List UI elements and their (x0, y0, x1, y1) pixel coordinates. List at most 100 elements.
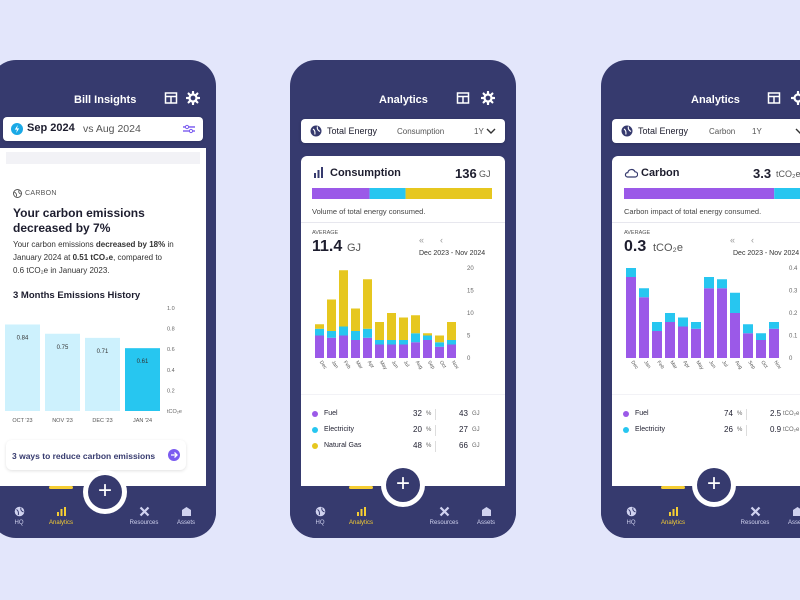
tab-resources[interactable]: Resources (735, 506, 775, 526)
chevron-left-icon[interactable]: ‹ (751, 235, 754, 245)
tab-assets[interactable]: Assets (777, 506, 800, 526)
tab-hq[interactable]: HQ (0, 506, 39, 526)
bar-segment (411, 342, 420, 358)
bar-segment (423, 335, 432, 340)
y-tick-label: 0.6 (167, 347, 175, 353)
bar-segment (399, 317, 408, 340)
share-segment (312, 188, 370, 199)
add-button[interactable]: + (697, 468, 731, 502)
legend-unit: GJ (472, 427, 480, 433)
settings-icon[interactable] (481, 91, 495, 105)
y-tick-label: 0 (789, 356, 793, 362)
x-tick-label: Nov (450, 360, 460, 371)
layout-icon[interactable] (456, 91, 470, 105)
selector-metric: Carbon (709, 127, 736, 136)
y-tick-label: 20 (467, 266, 474, 272)
analytics-consumption-screen: Analytics Total Energy Consumption 1Y Co… (290, 60, 516, 538)
period-selector[interactable]: Sep 2024 vs Aug 2024 (3, 117, 203, 141)
bar-segment (691, 322, 701, 329)
legend-percent-unit: % (737, 427, 743, 433)
arrow-right-icon (168, 449, 180, 461)
legend-name: Fuel (635, 410, 649, 417)
x-tick-label: Nov (772, 360, 782, 371)
x-tick-label: Feb (655, 360, 665, 371)
settings-icon[interactable] (186, 91, 200, 105)
bar-segment (387, 344, 396, 358)
average-label: AVERAGE (312, 230, 339, 236)
y-tick-label: 0 (467, 356, 471, 362)
emissions-history-chart: 1.0 0.8 0.6 0.4 0.2 tCO₂e 0.84 OCT '23 0.75 NOV '… (5, 306, 182, 424)
legend-percent-unit: % (737, 411, 743, 417)
legend-value: 0.9 (770, 425, 782, 434)
globe-icon (310, 125, 322, 137)
metric-selector[interactable]: Total Energy Consumption 1Y (301, 119, 505, 143)
x-tick-label: Sep (426, 360, 436, 371)
bar (125, 348, 160, 411)
x-tick-label: Feb (342, 360, 352, 371)
bar-chart-icon (668, 507, 678, 516)
legend-percent-unit: % (426, 443, 432, 449)
building-icon (181, 507, 191, 516)
tab-assets[interactable]: Assets (466, 506, 506, 526)
x-tick-label: Apr (366, 360, 376, 370)
bar-segment (351, 331, 360, 340)
bar-segment (756, 340, 766, 358)
headline-line-2: decreased by 7% (13, 221, 111, 235)
compare-period: vs Aug 2024 (83, 123, 141, 135)
globe-icon (626, 506, 636, 517)
bar-segment (375, 344, 384, 358)
y-tick-label: 0.4 (789, 266, 798, 272)
bar-segment (399, 340, 408, 345)
card-unit: GJ (479, 169, 491, 179)
x-tick-label: Oct (759, 360, 769, 370)
analytics-carbon-screen: Analytics Total Energy Carbon 1Y Carbon … (601, 60, 800, 538)
tab-assets[interactable]: Assets (166, 506, 206, 526)
tab-hq[interactable]: HQ (611, 506, 651, 526)
filter-icon[interactable] (183, 124, 195, 134)
tab-resources[interactable]: Resources (124, 506, 164, 526)
double-chevron-left-icon[interactable]: « (730, 235, 735, 245)
bar-segment (717, 279, 727, 289)
header: Analytics (601, 88, 800, 110)
bar-segment (652, 322, 662, 331)
bar-segment (375, 322, 384, 340)
bar-chart-icon (314, 167, 323, 178)
chevron-left-icon[interactable]: ‹ (440, 235, 443, 245)
legend-value: 43 (459, 409, 468, 418)
bar-segment (626, 277, 636, 358)
card-value: 136 (455, 166, 477, 181)
y-tick-label: 10 (467, 311, 474, 317)
plus-icon: + (395, 470, 410, 497)
settings-icon[interactable] (791, 91, 800, 105)
bar-segment (717, 288, 727, 358)
double-chevron-left-icon[interactable]: « (419, 235, 424, 245)
bar-segment (411, 315, 420, 334)
legend-name: Electricity (324, 426, 354, 433)
legend-percent-unit: % (426, 427, 432, 433)
bar-segment (639, 297, 649, 358)
layout-icon[interactable] (164, 91, 178, 105)
x-tick-label: Jun (390, 360, 400, 370)
bar-segment (387, 340, 396, 345)
tab-resources[interactable]: Resources (424, 506, 464, 526)
tools-icon (439, 506, 449, 517)
add-button[interactable]: + (386, 468, 420, 502)
metric-selector[interactable]: Total Energy Carbon 1Y (612, 119, 800, 143)
x-tick-label: Sep (746, 360, 756, 371)
reduce-emissions-cta[interactable]: 3 ways to reduce carbon emissions (6, 440, 186, 470)
layout-icon[interactable] (767, 91, 781, 105)
bar-segment (375, 340, 384, 345)
page-title: Bill Insights (74, 94, 137, 106)
globe-icon (621, 125, 633, 137)
legend-divider (746, 409, 747, 420)
legend-row: Electricity 26% 0.9 tCO₂e (612, 425, 800, 437)
tab-hq[interactable]: HQ (300, 506, 340, 526)
tab-analytics[interactable]: Analytics (341, 486, 381, 526)
share-bar (624, 188, 800, 199)
y-tick-label: tCO₂e (167, 409, 182, 415)
bar-segment (351, 340, 360, 358)
tab-analytics[interactable]: Analytics (41, 486, 81, 526)
tab-analytics[interactable]: Analytics (653, 486, 693, 526)
selector-metric: Consumption (397, 127, 445, 136)
add-button[interactable]: + (88, 475, 122, 509)
